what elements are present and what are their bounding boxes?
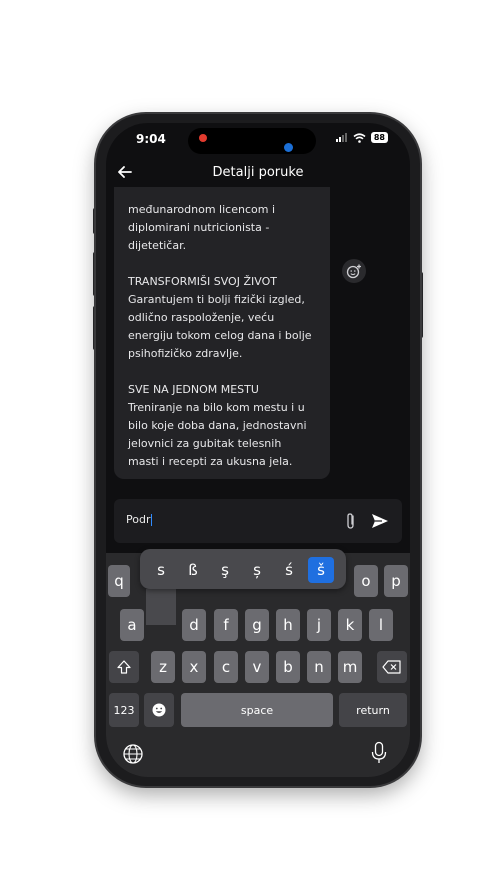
key-a[interactable]: a xyxy=(120,609,144,641)
key-n[interactable]: n xyxy=(307,651,331,683)
key-o[interactable]: o xyxy=(354,565,378,597)
key-z[interactable]: z xyxy=(151,651,175,683)
key-p[interactable]: p xyxy=(384,565,408,597)
key-j[interactable]: j xyxy=(307,609,331,641)
emoji-key[interactable] xyxy=(144,693,174,727)
camera-indicator-icon xyxy=(284,143,293,152)
status-time: 9:04 xyxy=(136,132,166,146)
microphone-icon[interactable] xyxy=(370,741,388,765)
key-m[interactable]: m xyxy=(338,651,362,683)
key-h[interactable]: h xyxy=(276,609,300,641)
accent-option-selected[interactable]: š xyxy=(308,557,334,583)
phone-screen: 9:04 88 Detalji poruke međunarodnom lice… xyxy=(106,123,410,777)
shift-key[interactable] xyxy=(109,651,139,683)
send-icon[interactable] xyxy=(370,511,390,531)
status-icons: 88 xyxy=(335,132,388,143)
key-v[interactable]: v xyxy=(245,651,269,683)
message-input-value: Podr xyxy=(126,513,151,526)
return-key[interactable]: return xyxy=(339,693,407,727)
wifi-icon xyxy=(353,132,366,143)
backspace-icon xyxy=(382,660,401,674)
dynamic-island xyxy=(188,128,316,154)
message-bubble: međunarodnom licencom i diplomirani nutr… xyxy=(114,187,330,479)
key-g[interactable]: g xyxy=(245,609,269,641)
key-l[interactable]: l xyxy=(369,609,393,641)
key-c[interactable]: c xyxy=(214,651,238,683)
key-f[interactable]: f xyxy=(214,609,238,641)
emoji-plus-icon xyxy=(346,264,361,279)
page-title: Detalji poruke xyxy=(212,165,304,180)
numbers-key[interactable]: 123 xyxy=(109,693,139,727)
message-input[interactable]: Podr xyxy=(126,513,153,526)
accent-popup-stem xyxy=(146,589,176,625)
key-k[interactable]: k xyxy=(338,609,362,641)
message-composer: Podr xyxy=(114,499,402,543)
battery-icon: 88 xyxy=(370,132,388,143)
key-x[interactable]: x xyxy=(182,651,206,683)
accent-option[interactable]: s xyxy=(148,557,174,583)
cellular-signal-icon xyxy=(335,133,347,142)
app-header: Detalji poruke xyxy=(106,161,410,187)
accent-option[interactable]: ș xyxy=(244,557,270,583)
accent-option[interactable]: ß xyxy=(180,557,206,583)
recording-indicator-icon xyxy=(199,134,207,142)
key-d[interactable]: d xyxy=(182,609,206,641)
space-key[interactable]: space xyxy=(181,693,333,727)
delete-key[interactable] xyxy=(377,651,407,683)
accent-option[interactable]: ś xyxy=(276,557,302,583)
key-b[interactable]: b xyxy=(276,651,300,683)
attachment-icon[interactable] xyxy=(342,511,360,531)
text-caret xyxy=(151,514,153,526)
add-reaction-button[interactable] xyxy=(342,259,366,283)
status-bar: 9:04 88 xyxy=(106,123,410,157)
globe-icon[interactable] xyxy=(122,743,144,765)
message-text: međunarodnom licencom i diplomirani nutr… xyxy=(128,203,312,468)
accent-option[interactable]: ş xyxy=(212,557,238,583)
on-screen-keyboard: q o p a d f g h j k l z x c v b n m 123 … xyxy=(106,549,410,777)
shift-icon xyxy=(117,660,131,674)
key-q[interactable]: q xyxy=(108,565,130,597)
emoji-icon xyxy=(152,703,166,717)
accent-popup: s ß ş ș ś š xyxy=(140,549,346,589)
